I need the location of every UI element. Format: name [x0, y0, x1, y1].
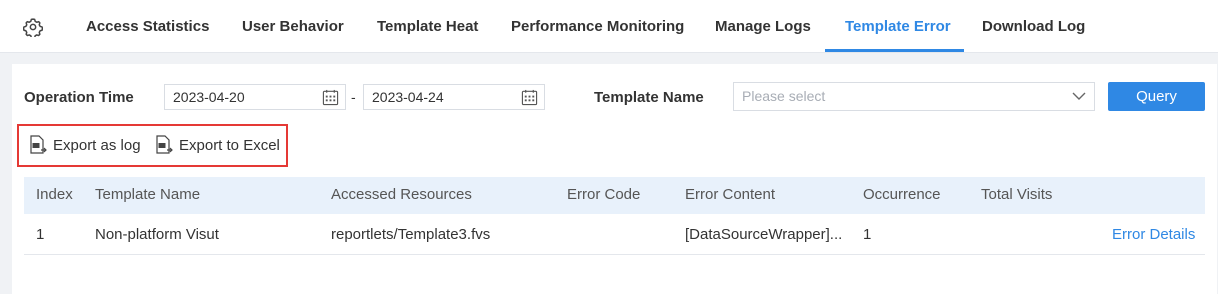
- export-to-excel-label: Export to Excel: [179, 136, 280, 154]
- column-header-template-name: Template Name: [95, 186, 201, 203]
- top-nav: Access Statistics User Behavior Template…: [0, 0, 1218, 53]
- date-separator: -: [351, 89, 356, 105]
- file-export-icon: [30, 135, 47, 154]
- end-date-input[interactable]: 2023-04-24: [363, 84, 545, 110]
- template-name-select[interactable]: Please select: [733, 82, 1095, 111]
- column-header-index: Index: [36, 186, 73, 203]
- tab-template-heat[interactable]: Template Heat: [377, 0, 478, 53]
- tab-user-behavior[interactable]: User Behavior: [242, 0, 344, 53]
- start-date-input[interactable]: 2023-04-20: [164, 84, 346, 110]
- query-button[interactable]: Query: [1108, 82, 1205, 111]
- tab-template-error[interactable]: Template Error: [845, 0, 951, 53]
- export-as-log-button[interactable]: Export as log: [29, 133, 141, 157]
- operation-time-label: Operation Time: [24, 89, 134, 106]
- cell-occurrence: 1: [863, 226, 872, 243]
- tab-access-statistics[interactable]: Access Statistics: [86, 0, 209, 53]
- cell-error-content: [DataSourceWrapper]...: [685, 226, 843, 243]
- column-header-error-code: Error Code: [567, 186, 641, 203]
- tab-manage-logs[interactable]: Manage Logs: [715, 0, 811, 53]
- template-name-label: Template Name: [594, 89, 704, 106]
- start-date-value: 2023-04-20: [173, 89, 245, 105]
- tab-download-log[interactable]: Download Log: [982, 0, 1085, 53]
- column-header-total-visits: Total Visits: [981, 186, 1053, 203]
- cell-index: 1: [36, 226, 45, 243]
- calendar-icon[interactable]: [322, 89, 339, 106]
- excel-export-icon: [156, 135, 173, 154]
- row-divider: [24, 254, 1205, 255]
- tab-performance-monitoring[interactable]: Performance Monitoring: [511, 0, 684, 53]
- chevron-down-icon: [1072, 92, 1086, 100]
- error-details-link[interactable]: Error Details: [1112, 226, 1195, 243]
- export-as-log-label: Export as log: [53, 136, 141, 154]
- cell-template-name: Non-platform Visut: [95, 226, 219, 243]
- calendar-icon[interactable]: [521, 89, 538, 106]
- cell-accessed-resources: reportlets/Template3.fvs: [331, 226, 491, 243]
- column-header-error-content: Error Content: [685, 186, 776, 203]
- export-to-excel-button[interactable]: Export to Excel: [155, 133, 280, 157]
- gear-icon[interactable]: [23, 17, 43, 37]
- end-date-value: 2023-04-24: [372, 89, 444, 105]
- template-name-placeholder: Please select: [742, 88, 826, 104]
- column-header-occurrence: Occurrence: [863, 186, 941, 203]
- column-header-accessed-resources: Accessed Resources: [331, 186, 472, 203]
- active-tab-indicator: [825, 49, 964, 52]
